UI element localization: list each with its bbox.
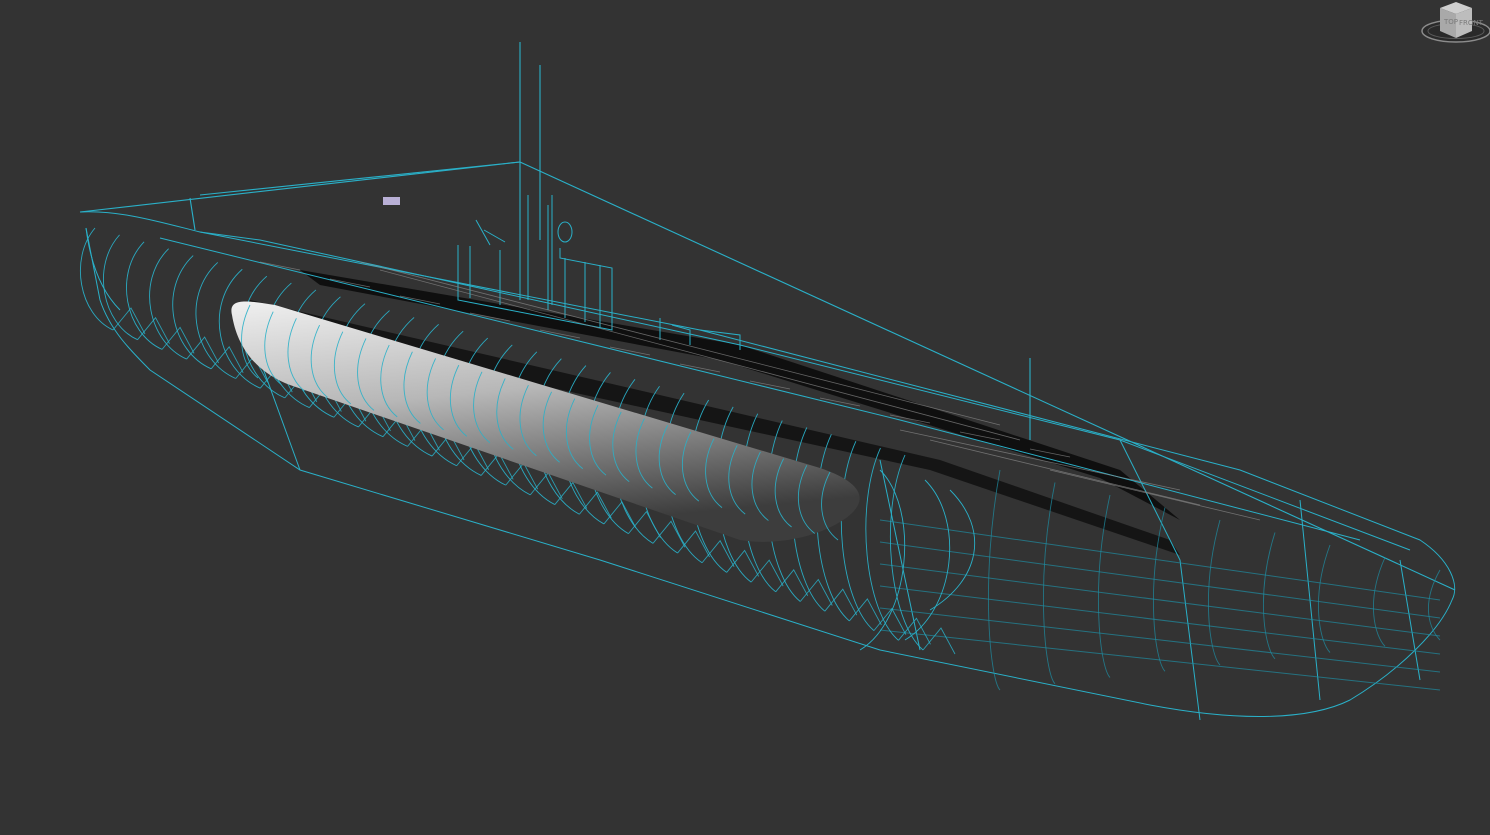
viewcube-top-label[interactable]: TOP [1443,18,1458,26]
bow-rib [1043,482,1056,685]
viewport[interactable]: TOP FRONT [0,0,1490,835]
hull-stringer [879,541,1441,619]
rib-lattice [701,539,735,567]
rigging-line [519,161,1456,591]
rigging-line [189,197,196,231]
rib-lattice [210,345,244,374]
rigging-line [79,161,521,213]
rib-lattice [186,336,220,364]
deck-plank [259,261,301,271]
hull-stringer [879,585,1441,655]
rib-lattice [922,627,956,655]
bow-rib [1373,557,1386,647]
rib [80,227,114,331]
rib-lattice [652,520,686,548]
bow-rib [1318,544,1331,653]
scene-wireframe-submarine[interactable] [0,0,1490,835]
viewcube-front-label[interactable]: FRONT [1459,19,1484,27]
bow-rib [1208,519,1221,666]
deck-rail [899,429,1181,491]
rib [172,255,212,370]
bow-rib [1153,507,1166,672]
rib-lattice [112,307,146,335]
rib-lattice [579,491,612,519]
rib-lattice [161,326,195,354]
frame-arc [904,479,951,641]
hull-stringer [879,563,1441,637]
rib [103,234,138,341]
rib-lattice [726,549,760,577]
viewcube-icon[interactable]: TOP FRONT [1420,0,1490,46]
bow-rib [988,469,1001,691]
periscope-head [557,221,573,243]
selected-object[interactable] [383,197,400,205]
rigging-line [199,161,521,196]
